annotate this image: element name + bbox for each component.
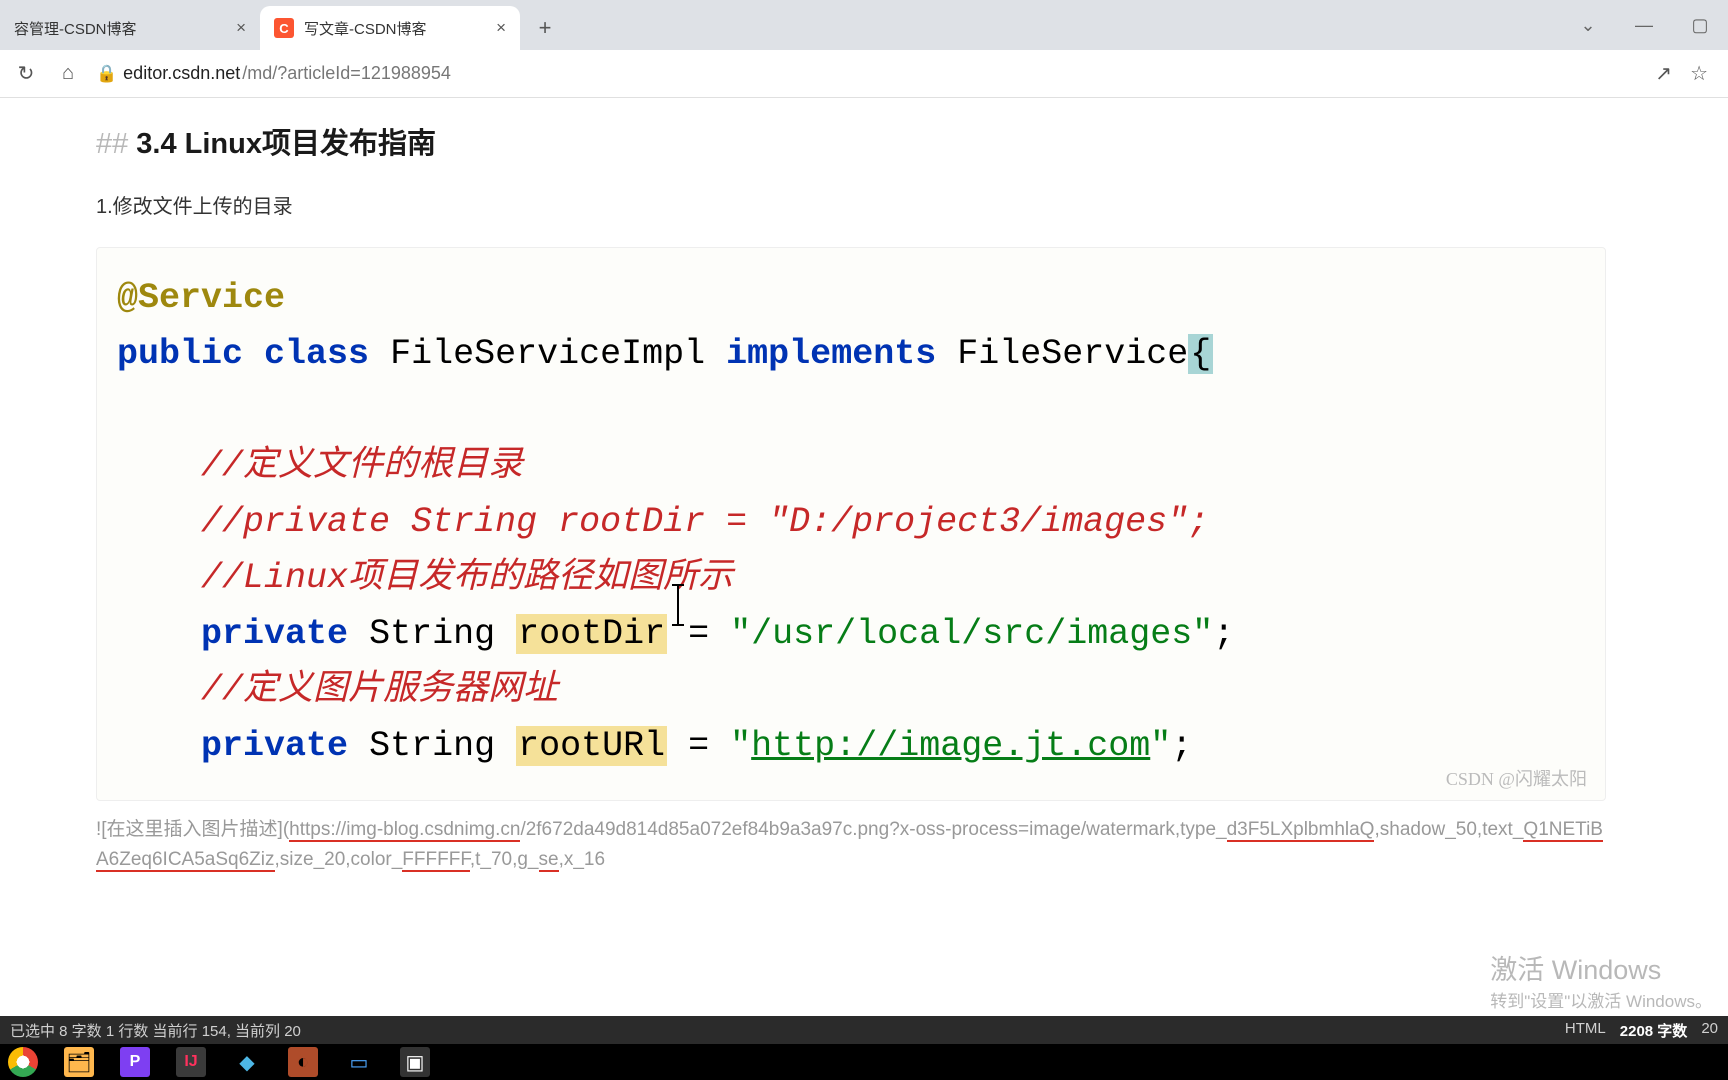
share-icon[interactable]: ↗ [1655, 61, 1672, 86]
csdn-favicon-icon: C [274, 18, 294, 38]
status-words: 2208 字数 [1620, 1020, 1688, 1041]
star-icon[interactable]: ☆ [1690, 61, 1708, 86]
activate-line1: 激活 Windows [1490, 948, 1712, 987]
text-cursor-icon [677, 584, 679, 626]
intellij-icon[interactable]: IJ [176, 1047, 206, 1077]
maximize-icon[interactable]: ▢ [1672, 15, 1728, 36]
url-field[interactable]: 🔒 editor.csdn.net /md/?articleId=1219889… [96, 63, 1641, 84]
phpstorm-icon[interactable]: P [120, 1047, 150, 1077]
editor-pane[interactable]: ##3.4 Linux项目发布指南 1.修改文件上传的目录 @Service p… [0, 98, 1728, 876]
lock-icon: 🔒 [96, 64, 117, 84]
activate-windows-watermark: 激活 Windows 转到"设置"以激活 Windows。 [1490, 948, 1712, 1012]
close-icon[interactable]: × [236, 18, 246, 38]
vm-icon[interactable]: ▭ [344, 1047, 374, 1077]
tab-title: 写文章-CSDN博客 [304, 18, 427, 39]
code-watermark: CSDN @闪耀太阳 [1446, 765, 1587, 794]
chrome-icon[interactable] [8, 1047, 38, 1077]
tab-title: 容管理-CSDN博客 [14, 18, 137, 39]
window-controls: ⌄ — ▢ [1560, 0, 1728, 50]
vscode-icon[interactable]: ◆ [232, 1047, 262, 1077]
close-icon[interactable]: × [496, 18, 506, 38]
activate-line2: 转到"设置"以激活 Windows。 [1490, 987, 1712, 1012]
explorer-icon[interactable]: 🗂 [64, 1047, 94, 1077]
markdown-image-link[interactable]: ![在这里插入图片描述](https://img-blog.csdnimg.cn… [96, 815, 1606, 876]
home-icon[interactable]: ⌂ [54, 62, 82, 85]
app-icon[interactable]: ◐ [288, 1047, 318, 1077]
address-bar: ↻ ⌂ 🔒 editor.csdn.net /md/?articleId=121… [0, 50, 1728, 98]
md-prefix: ## [96, 128, 128, 160]
reload-icon[interactable]: ↻ [12, 61, 40, 86]
heading: ##3.4 Linux项目发布指南 [96, 120, 1728, 162]
taskbar: 🗂 P IJ ◆ ◐ ▭ ▣ [0, 1044, 1728, 1080]
code-annotation: @Service [117, 278, 285, 318]
tab-editor[interactable]: C 写文章-CSDN博客 × [260, 6, 520, 50]
status-selection: 已选中 8 字数 1 行数 当前行 154, 当前列 20 [10, 1020, 301, 1041]
code-image: @Service public class FileServiceImpl im… [96, 247, 1606, 801]
paragraph: 1.修改文件上传的目录 [96, 190, 1728, 219]
url-path: /md/?articleId=121988954 [242, 63, 451, 84]
minimize-icon[interactable]: — [1616, 15, 1672, 36]
new-tab-button[interactable]: + [526, 9, 564, 47]
editor-statusbar: 已选中 8 字数 1 行数 当前行 154, 当前列 20 HTML 2208 … [0, 1016, 1728, 1044]
url-host: editor.csdn.net [123, 63, 240, 84]
browser-tab-strip: 容管理-CSDN博客 × C 写文章-CSDN博客 × + ⌄ — ▢ [0, 0, 1728, 50]
chevron-down-icon[interactable]: ⌄ [1560, 15, 1616, 36]
status-right: 20 [1701, 1020, 1718, 1041]
status-mode: HTML [1565, 1020, 1606, 1041]
terminal-icon[interactable]: ▣ [400, 1047, 430, 1077]
tab-manage[interactable]: 容管理-CSDN博客 × [0, 6, 260, 50]
heading-text: 3.4 Linux项目发布指南 [136, 128, 436, 160]
